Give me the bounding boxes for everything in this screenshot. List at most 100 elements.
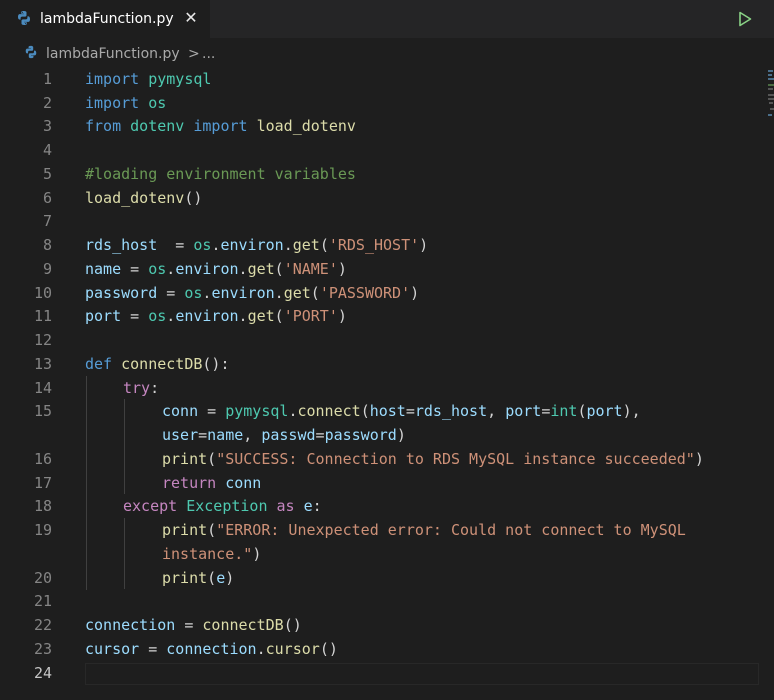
- token-punct: (: [360, 402, 370, 420]
- token-string: 'NAME': [283, 260, 338, 278]
- token-function: load_dotenv: [85, 189, 185, 207]
- token-variable: name: [207, 426, 244, 444]
- code-line: cursor = connection.cursor(): [85, 640, 338, 658]
- token-module: os: [148, 94, 167, 112]
- token-variable: e: [216, 569, 226, 587]
- token-op: =: [139, 640, 167, 658]
- code-line: print("ERROR: Unexpected error: Could no…: [162, 521, 686, 539]
- code-line: password = os.environ.get('PASSWORD'): [85, 284, 420, 302]
- code-line: connection = connectDB(): [85, 613, 302, 637]
- token-punct: (): [319, 640, 338, 658]
- token-op: =: [198, 402, 226, 420]
- line-number: 4: [42, 141, 52, 159]
- token-param: passwd: [261, 426, 316, 444]
- line-number: 8: [42, 236, 52, 254]
- token-punct: (): [283, 616, 302, 634]
- token-function: get: [292, 236, 320, 254]
- token-function: get: [247, 307, 275, 325]
- line-number: 2: [42, 94, 52, 112]
- token-op: =: [175, 616, 203, 634]
- line-number: 1: [42, 70, 52, 88]
- line-number: 11: [33, 307, 52, 325]
- token-attr: environ: [175, 260, 239, 278]
- line-number: 22: [33, 616, 52, 634]
- code-line: port = os.environ.get('PORT'): [85, 307, 347, 325]
- code-line: load_dotenv(): [85, 186, 202, 210]
- token-param: user: [162, 426, 199, 444]
- breadcrumb-more[interactable]: ...: [202, 45, 215, 63]
- token-variable: rds_host: [85, 236, 158, 254]
- minimap-line: [768, 98, 774, 100]
- line-number: 20: [33, 569, 52, 587]
- token-attr: environ: [220, 236, 284, 254]
- code-line: return conn: [162, 471, 261, 495]
- token-builtin: int: [550, 402, 578, 420]
- token-variable: port: [586, 402, 623, 420]
- minimap-line: [768, 74, 772, 76]
- token-variable: password: [324, 426, 397, 444]
- token-function: connectDB: [202, 616, 284, 634]
- token-module: os: [184, 284, 203, 302]
- line-number: 13: [33, 355, 52, 373]
- code-line: rds_host = os.environ.get('RDS_HOST'): [85, 236, 429, 254]
- token-attr: environ: [175, 307, 239, 325]
- breadcrumb-file[interactable]: lambdaFunction.py: [46, 45, 180, 63]
- token-control: as: [276, 497, 295, 515]
- minimap-line: [768, 94, 774, 96]
- line-number: 15: [33, 402, 52, 420]
- line-number: 19: [33, 521, 52, 539]
- indent-guide: [124, 399, 125, 494]
- line-number: 21: [33, 592, 52, 610]
- token-variable: name: [85, 260, 122, 278]
- token-punct: (): [184, 189, 203, 207]
- token-variable: e: [303, 497, 313, 515]
- token-op: =: [157, 284, 185, 302]
- line-number: 17: [33, 474, 52, 492]
- token-function: cursor: [265, 640, 320, 658]
- token-function: print: [162, 450, 208, 468]
- minimap-line: [768, 88, 773, 90]
- code-line: print(e): [162, 569, 235, 587]
- token-function: get: [247, 260, 275, 278]
- line-number: 14: [33, 379, 52, 397]
- code-line: conn = pymysql.connect(host=rds_host, po…: [162, 402, 641, 420]
- token-control: try: [123, 379, 151, 397]
- minimap[interactable]: [762, 66, 774, 700]
- token-variable: connection: [166, 640, 257, 658]
- token-class: Exception: [186, 497, 268, 515]
- token-variable: conn: [162, 402, 199, 420]
- code-editor[interactable]: 1 2 3 4 5 6 7 8 9 10 11 12 13 14 15 16 1…: [0, 66, 774, 700]
- line-number: 12: [33, 331, 52, 349]
- token-keyword: import: [193, 117, 248, 135]
- token-function: get: [283, 284, 311, 302]
- line-number: 7: [42, 212, 52, 230]
- token-string: instance.": [162, 545, 253, 563]
- token-string: 'PASSWORD': [319, 284, 411, 302]
- minimap-line: [768, 78, 774, 80]
- token-module: os: [148, 260, 167, 278]
- tab-lambdafunction[interactable]: lambdaFunction.py ✕: [0, 0, 210, 38]
- code-line: print("SUCCESS: Connection to RDS MySQL …: [162, 450, 704, 468]
- token-function: connectDB: [121, 355, 203, 373]
- minimap-line: [769, 102, 773, 104]
- code-line: import pymysql: [85, 67, 211, 91]
- breadcrumb-separator: >: [188, 46, 200, 62]
- run-play-icon[interactable]: [736, 10, 754, 28]
- token-variable: connection: [85, 616, 176, 634]
- close-icon[interactable]: ✕: [183, 9, 199, 27]
- minimap-line: [768, 114, 772, 116]
- token-op: =: [157, 236, 194, 254]
- python-icon: [25, 45, 37, 59]
- current-line-highlight: [85, 663, 759, 685]
- line-number: 3: [42, 117, 52, 135]
- token-keyword: def: [85, 355, 113, 373]
- indent-guide: [124, 518, 125, 589]
- token-string: 'PORT': [283, 307, 338, 325]
- code-line: user=name, passwd=password): [162, 426, 406, 444]
- minimap-line: [770, 108, 774, 110]
- token-module: pymysql: [225, 402, 289, 420]
- token-comment: #loading environment variables: [85, 165, 356, 183]
- token-function: print: [162, 569, 208, 587]
- token-variable: port: [85, 307, 122, 325]
- token-module: pymysql: [148, 70, 212, 88]
